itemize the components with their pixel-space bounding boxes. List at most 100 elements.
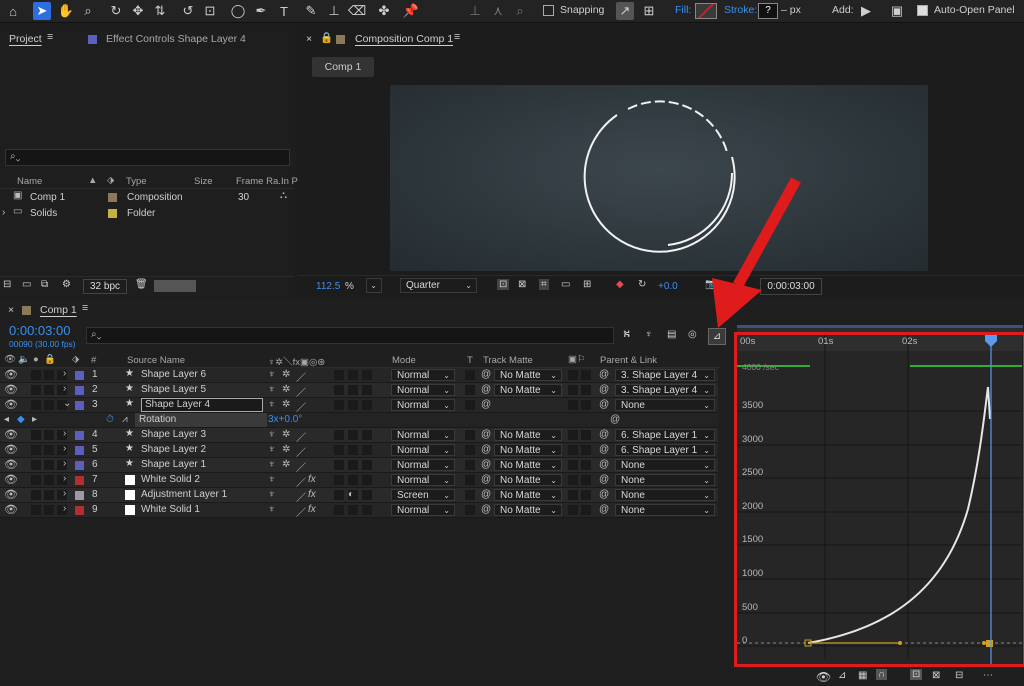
quality-switch-icon[interactable]: ／ <box>296 504 306 519</box>
panel-menu-icon[interactable]: ≡ <box>47 31 53 43</box>
new-comp-icon[interactable]: ⧉ <box>41 279 48 290</box>
eye-icon[interactable]: 👁 <box>4 428 18 441</box>
quality-switch-icon[interactable]: ／ <box>296 429 306 444</box>
fx-switch-icon[interactable]: fx <box>308 504 316 515</box>
switch-box[interactable] <box>31 370 41 380</box>
pickwhip-icon[interactable]: @ <box>481 399 491 410</box>
move-tool-icon[interactable]: ✥ <box>129 2 147 20</box>
layer-name[interactable]: Shape Layer 5 <box>141 384 206 395</box>
parent-dropdown[interactable]: 6. Shape Layer 1 ⌄ <box>615 429 715 441</box>
expand-arrow-icon[interactable]: › <box>63 368 66 379</box>
shy-switch-icon[interactable]: ♆ <box>268 474 276 485</box>
alpha-box[interactable] <box>568 430 578 440</box>
mask-visibility-icon[interactable]: ⌗ <box>539 279 549 290</box>
parent-pickwhip-icon[interactable]: @ <box>599 384 609 395</box>
layer-row[interactable]: 👁 › 4 ★ Shape Layer 3 ♆ ✲ ／ Normal ⌄ @ No Matte ⌄ @6.… <box>0 428 718 444</box>
switch-box[interactable] <box>348 445 358 455</box>
parent-pickwhip-icon[interactable]: @ <box>599 489 609 500</box>
shy-switch-icon[interactable]: ♆ <box>268 399 276 410</box>
invert-box[interactable] <box>581 475 591 485</box>
switch-box[interactable] <box>362 460 372 470</box>
resolution-dropdown[interactable]: Quarter ⌄ <box>400 278 477 293</box>
keyframe-icon[interactable]: ⊟ <box>955 670 963 681</box>
roto-brush-tool-icon[interactable]: ✤ <box>375 2 393 20</box>
project-item[interactable]: ▣ Comp 1 Composition 30 ⛬ <box>0 190 294 205</box>
orbit-tool-icon[interactable]: ↻ <box>107 2 125 20</box>
comp-flowchart-icon[interactable]: ⛕ <box>623 329 630 342</box>
label-color[interactable] <box>75 371 84 380</box>
switch-box[interactable] <box>362 505 372 515</box>
adjustment-layer-icon[interactable]: ◐ <box>348 489 354 500</box>
layer-name[interactable]: Shape Layer 1 <box>141 459 206 470</box>
home-icon[interactable]: ⌂ <box>4 2 22 20</box>
col-frame-rate[interactable]: Frame Ra... <box>236 176 286 187</box>
color-channels-icon[interactable]: ◆ <box>616 279 624 290</box>
switch-box[interactable] <box>348 460 358 470</box>
comp-breadcrumb[interactable]: Comp 1 <box>312 57 374 77</box>
motion-blur-icon[interactable]: ◎ <box>688 329 697 340</box>
expand-arrow-icon[interactable]: › <box>2 207 5 218</box>
track-matte-dropdown[interactable]: No Matte ⌄ <box>494 474 562 486</box>
alpha-box[interactable] <box>568 475 578 485</box>
eye-icon[interactable]: 👁 <box>4 443 18 456</box>
label-color[interactable] <box>75 491 84 500</box>
col-name[interactable]: Name <box>17 176 42 187</box>
track-matte-dropdown[interactable]: No Matte ⌄ <box>494 444 562 456</box>
sort-icon[interactable]: ▲ <box>88 175 97 186</box>
hand-tool-icon[interactable]: ✋ <box>57 2 75 20</box>
label-color[interactable] <box>108 193 117 202</box>
preserve-transparency-box[interactable] <box>465 445 475 455</box>
thumbnail-slider[interactable] <box>154 280 196 292</box>
alpha-box[interactable] <box>568 460 578 470</box>
stopwatch-icon[interactable]: ⏱ <box>106 414 114 425</box>
switch-box[interactable] <box>334 460 344 470</box>
invert-box[interactable] <box>581 505 591 515</box>
panel-menu-icon[interactable]: ≡ <box>454 31 460 43</box>
zoom-tool-icon[interactable]: ⌕ <box>79 2 97 20</box>
label-color[interactable] <box>108 209 117 218</box>
blend-mode-dropdown[interactable]: Normal ⌄ <box>391 399 455 411</box>
eye-icon[interactable]: 👁 <box>4 458 18 471</box>
ellipse-tool-icon[interactable]: ◯ <box>229 2 247 20</box>
hide-shy-icon[interactable]: ▤ <box>667 329 676 340</box>
switch-box[interactable] <box>348 475 358 485</box>
switch-box[interactable] <box>334 505 344 515</box>
collapse-switch-icon[interactable]: ✲ <box>282 369 290 380</box>
eye-icon[interactable]: 👁 <box>4 503 18 516</box>
switch-box[interactable] <box>334 490 344 500</box>
keyframe-nav-prev-icon[interactable]: ◂ <box>4 414 9 425</box>
expand-arrow-icon[interactable]: › <box>63 473 66 484</box>
project-item[interactable]: › ▭ Solids Folder <box>0 206 294 221</box>
zoom-value[interactable]: 112.5 <box>316 281 340 292</box>
reset-exposure-icon[interactable]: ↻ <box>638 279 646 290</box>
switch-box[interactable] <box>44 505 54 515</box>
label-color[interactable] <box>75 461 84 470</box>
pickwhip-icon[interactable]: @ <box>481 369 491 380</box>
rotation-value[interactable]: 3x+0.0° <box>268 414 302 425</box>
eye-icon[interactable]: 👁 <box>816 670 831 684</box>
track-matte-dropdown[interactable]: No Matte ⌄ <box>494 504 562 516</box>
switch-box[interactable] <box>334 370 344 380</box>
stroke-width[interactable]: – px <box>781 4 801 16</box>
switch-box[interactable] <box>44 490 54 500</box>
parent-dropdown[interactable]: 3. Shape Layer 4 ⌄ <box>615 384 715 396</box>
pickwhip-icon[interactable]: @ <box>481 489 491 500</box>
expand-arrow-icon[interactable]: › <box>63 503 66 514</box>
layer-name[interactable]: Shape Layer 2 <box>141 444 206 455</box>
preserve-transparency-box[interactable] <box>465 475 475 485</box>
local-axis-icon[interactable]: ⊥ <box>466 2 484 20</box>
switch-box[interactable] <box>362 370 372 380</box>
expand-arrow-icon[interactable]: › <box>63 458 66 469</box>
close-tab-icon[interactable]: × <box>306 33 312 45</box>
fill-swatch[interactable] <box>695 3 717 19</box>
layer-name[interactable]: White Solid 1 <box>141 504 200 515</box>
pickwhip-icon[interactable]: @ <box>481 429 491 440</box>
rotation-property-name[interactable]: Rotation <box>135 413 267 427</box>
blend-mode-dropdown[interactable]: Screen ⌄ <box>391 489 455 501</box>
switch-box[interactable] <box>44 460 54 470</box>
collapse-arrow-icon[interactable]: ⌄ <box>63 398 71 409</box>
quality-switch-icon[interactable]: ／ <box>296 369 306 384</box>
switch-box[interactable] <box>348 370 358 380</box>
switch-box[interactable] <box>348 430 358 440</box>
preserve-transparency-box[interactable] <box>465 370 475 380</box>
